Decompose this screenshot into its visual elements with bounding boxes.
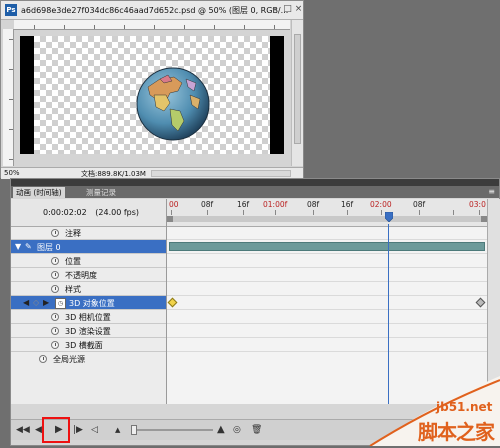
layer-property-list: 0:00:02:02 (24.00 fps) 注释 ▼ ✎ 图层 0 位置 不透… [11,199,167,404]
brush-icon: ✎ [25,242,32,251]
work-area-start-handle[interactable] [167,216,173,222]
play-button-highlight [42,417,70,443]
stopwatch-icon[interactable] [39,355,47,363]
tab-animation-timeline[interactable]: 动画 (时间轴) [13,187,65,198]
prev-keyframe-icon[interactable]: ◀ [23,298,29,307]
globe-3d-object[interactable] [134,65,212,143]
audio-icon[interactable]: ◁ [91,424,98,436]
layer-duration-bar[interactable] [169,242,485,251]
track-3d-cross-section[interactable] [167,338,487,352]
current-time[interactable]: 0:00:02:02 (24.00 fps) [43,208,139,217]
track-3d-object-position[interactable] [167,296,487,310]
panel-tabbar: 动画 (时间轴) 测量记录 ≡ [11,186,499,198]
track-layer-0[interactable] [167,240,487,254]
time-ruler[interactable]: 00 08f 16f 01:00f 08f 16f 02:00 08f 03:0 [167,199,487,227]
stopwatch-icon[interactable] [51,313,59,321]
photoshop-icon: Ps [5,4,17,16]
row-3d-render-settings[interactable]: 3D 渲染设置 [11,324,166,338]
document-title: a6d698e3de27f034dc86c46aad7d652c.psd @ 5… [21,6,289,15]
frame-rate: (24.00 fps) [95,208,140,217]
row-opacity[interactable]: 不透明度 [11,268,166,282]
panel-grip[interactable] [11,179,499,186]
work-area-bar[interactable] [167,216,487,222]
ruler-label: 02:00 [370,200,392,209]
playhead-handle[interactable] [385,212,393,222]
panel-menu-icon[interactable]: ≡ [488,187,495,197]
stopwatch-icon[interactable] [51,341,59,349]
horizontal-ruler [14,20,290,30]
zoom-in-icon[interactable]: ▲ [217,424,225,436]
track-3d-render-settings[interactable] [167,324,487,338]
ruler-label: 08f [413,200,426,209]
ruler-label: 08f [307,200,320,209]
stopwatch-icon[interactable] [51,229,59,237]
document-horizontal-scrollbar[interactable] [151,170,291,177]
row-layer-0[interactable]: ▼ ✎ 图层 0 [11,240,166,254]
stopwatch-icon[interactable]: ◷ [55,298,66,309]
document-vertical-scrollbar[interactable] [291,20,303,166]
watermark: jb51.net 脚本之家 [340,376,500,447]
stopwatch-icon[interactable] [51,327,59,335]
current-time-value[interactable]: 0:00:02:02 [43,208,87,217]
timeline-zoom-thumb[interactable] [131,425,137,435]
ruler-label: 00 [169,200,179,209]
row-global-light[interactable]: 全局光源 [11,352,166,366]
ruler-label: 01:00f [263,200,288,209]
zoom-out-icon[interactable]: ▲ [115,424,120,436]
next-frame-icon[interactable]: |▶ [73,424,83,436]
first-frame-icon[interactable]: ◀◀ [16,424,30,436]
document-window: Ps a6d698e3de27f034dc86c46aad7d652c.psd … [0,0,304,179]
track-comments[interactable] [167,226,487,240]
right-black-bar [270,36,284,154]
delete-keyframe-icon[interactable]: 🗑 [251,424,262,436]
stopwatch-icon[interactable] [51,257,59,265]
watermark-domain: jb51.net [436,400,493,414]
row-3d-cross-section[interactable]: 3D 横截面 [11,338,166,352]
onion-skin-icon[interactable]: ◎ [233,424,241,436]
vertical-ruler [3,29,14,166]
timeline-vertical-scrollbar[interactable] [487,199,500,404]
ruler-label: 16f [237,200,250,209]
row-style[interactable]: 样式 [11,282,166,296]
minimize-icon[interactable]: – [269,4,280,15]
expand-triangle-icon[interactable]: ▼ [15,242,21,251]
keyframe-end[interactable] [475,297,486,308]
next-keyframe-icon[interactable]: ▶ [43,298,49,307]
track-style[interactable] [167,282,487,296]
canvas[interactable] [14,30,290,166]
watermark-name: 脚本之家 [418,420,495,444]
stopwatch-icon[interactable] [51,285,59,293]
ruler-label: 16f [341,200,354,209]
timeline-zoom-slider[interactable] [131,425,213,435]
row-position[interactable]: 位置 [11,254,166,268]
ruler-label: 08f [201,200,214,209]
tab-measurement-log[interactable]: 测量记录 [83,187,119,198]
track-opacity[interactable] [167,268,487,282]
timeline-tracks[interactable]: 00 08f 16f 01:00f 08f 16f 02:00 08f 03:0 [167,199,487,404]
row-3d-camera-position[interactable]: 3D 相机位置 [11,310,166,324]
maximize-icon[interactable]: □ [282,4,293,15]
ruler-label: 03:0 [469,200,486,209]
document-titlebar[interactable]: Ps a6d698e3de27f034dc86c46aad7d652c.psd … [1,1,303,20]
keyframe-start[interactable] [167,297,178,308]
track-global-light[interactable] [167,352,487,366]
row-comments[interactable]: 注释 [11,226,166,240]
add-keyframe-icon[interactable]: ◇ [33,298,39,307]
close-icon[interactable]: × [293,4,304,15]
left-black-bar [20,36,34,154]
zoom-level[interactable]: 50% [4,169,20,177]
stopwatch-icon[interactable] [51,271,59,279]
track-position[interactable] [167,254,487,268]
track-3d-camera-position[interactable] [167,310,487,324]
row-3d-object-position[interactable]: ◀ ◇ ▶ ◷ 3D 对象位置 [11,296,166,310]
time-readout: 0:00:02:02 (24.00 fps) [11,199,166,227]
